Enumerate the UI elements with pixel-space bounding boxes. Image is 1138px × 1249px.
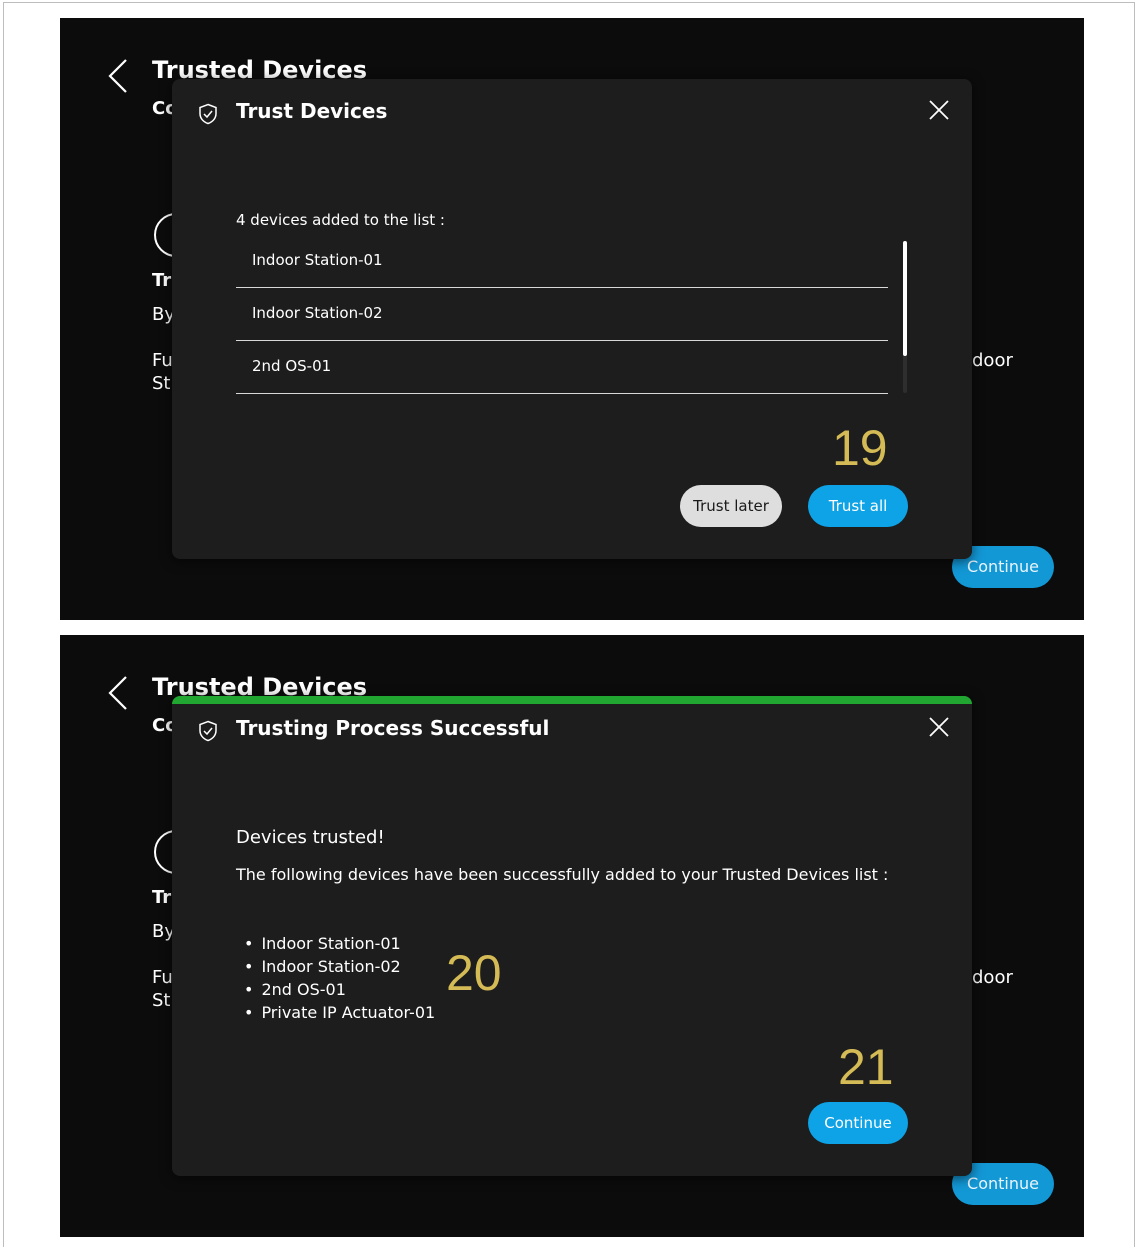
list-item: Private IP Actuator-01: [244, 1001, 435, 1024]
section-text-fragment: St: [152, 373, 171, 394]
list-item: 2nd OS-01: [236, 342, 888, 394]
screen-trust-success: Trusted Devices Co Tr By Fu St door Cont…: [60, 635, 1084, 1237]
device-list: Indoor Station-01 Indoor Station-02 2nd …: [236, 236, 888, 395]
callout-number: 19: [832, 420, 888, 476]
scrollbar[interactable]: [903, 241, 907, 393]
chevron-left-icon[interactable]: [104, 56, 130, 96]
screen-trust-devices: Trusted Devices Co Tr By Fu St door Cont…: [60, 18, 1084, 620]
dialog-title: Trust Devices: [236, 99, 388, 123]
scrollbar-thumb[interactable]: [903, 241, 907, 356]
success-heading: Devices trusted!: [236, 827, 385, 848]
trust-all-button[interactable]: Trust all: [808, 485, 908, 527]
device-name: 2nd OS-01: [252, 357, 332, 375]
callout-number: 20: [446, 945, 502, 1001]
list-item: 2nd OS-01: [244, 978, 435, 1001]
chevron-left-icon[interactable]: [104, 673, 130, 713]
section-text-fragment: door: [972, 350, 1013, 371]
success-status-bar: [172, 696, 972, 704]
trust-devices-dialog: Trust Devices 4 devices added to the lis…: [172, 79, 972, 559]
list-item: Indoor Station-02: [236, 289, 888, 341]
device-count-text: 4 devices added to the list :: [236, 211, 445, 229]
list-item: Indoor Station-02: [244, 955, 435, 978]
close-icon[interactable]: [928, 716, 950, 738]
shield-check-icon: [199, 103, 217, 125]
section-text-fragment: Fu: [152, 350, 173, 371]
list-item: Indoor Station-01: [244, 932, 435, 955]
shield-check-icon: [199, 720, 217, 742]
close-icon[interactable]: [928, 99, 950, 121]
trust-success-dialog: Trusting Process Successful Devices trus…: [172, 696, 972, 1176]
section-heading-fragment: Tr: [152, 270, 172, 291]
section-text-fragment: Fu: [152, 967, 173, 988]
section-heading-fragment: Tr: [152, 887, 172, 908]
device-name: Indoor Station-01: [252, 251, 383, 269]
list-item: Indoor Station-01: [236, 236, 888, 288]
dialog-title: Trusting Process Successful: [236, 716, 550, 740]
trusted-device-list: Indoor Station-01 Indoor Station-02 2nd …: [244, 932, 435, 1024]
section-text-fragment: door: [972, 967, 1013, 988]
callout-number: 21: [838, 1039, 894, 1095]
continue-button[interactable]: Continue: [808, 1102, 908, 1144]
section-text-fragment: St: [152, 990, 171, 1011]
trust-later-button[interactable]: Trust later: [680, 485, 782, 527]
success-description: The following devices have been successf…: [236, 865, 889, 884]
device-name: Indoor Station-02: [252, 304, 383, 322]
